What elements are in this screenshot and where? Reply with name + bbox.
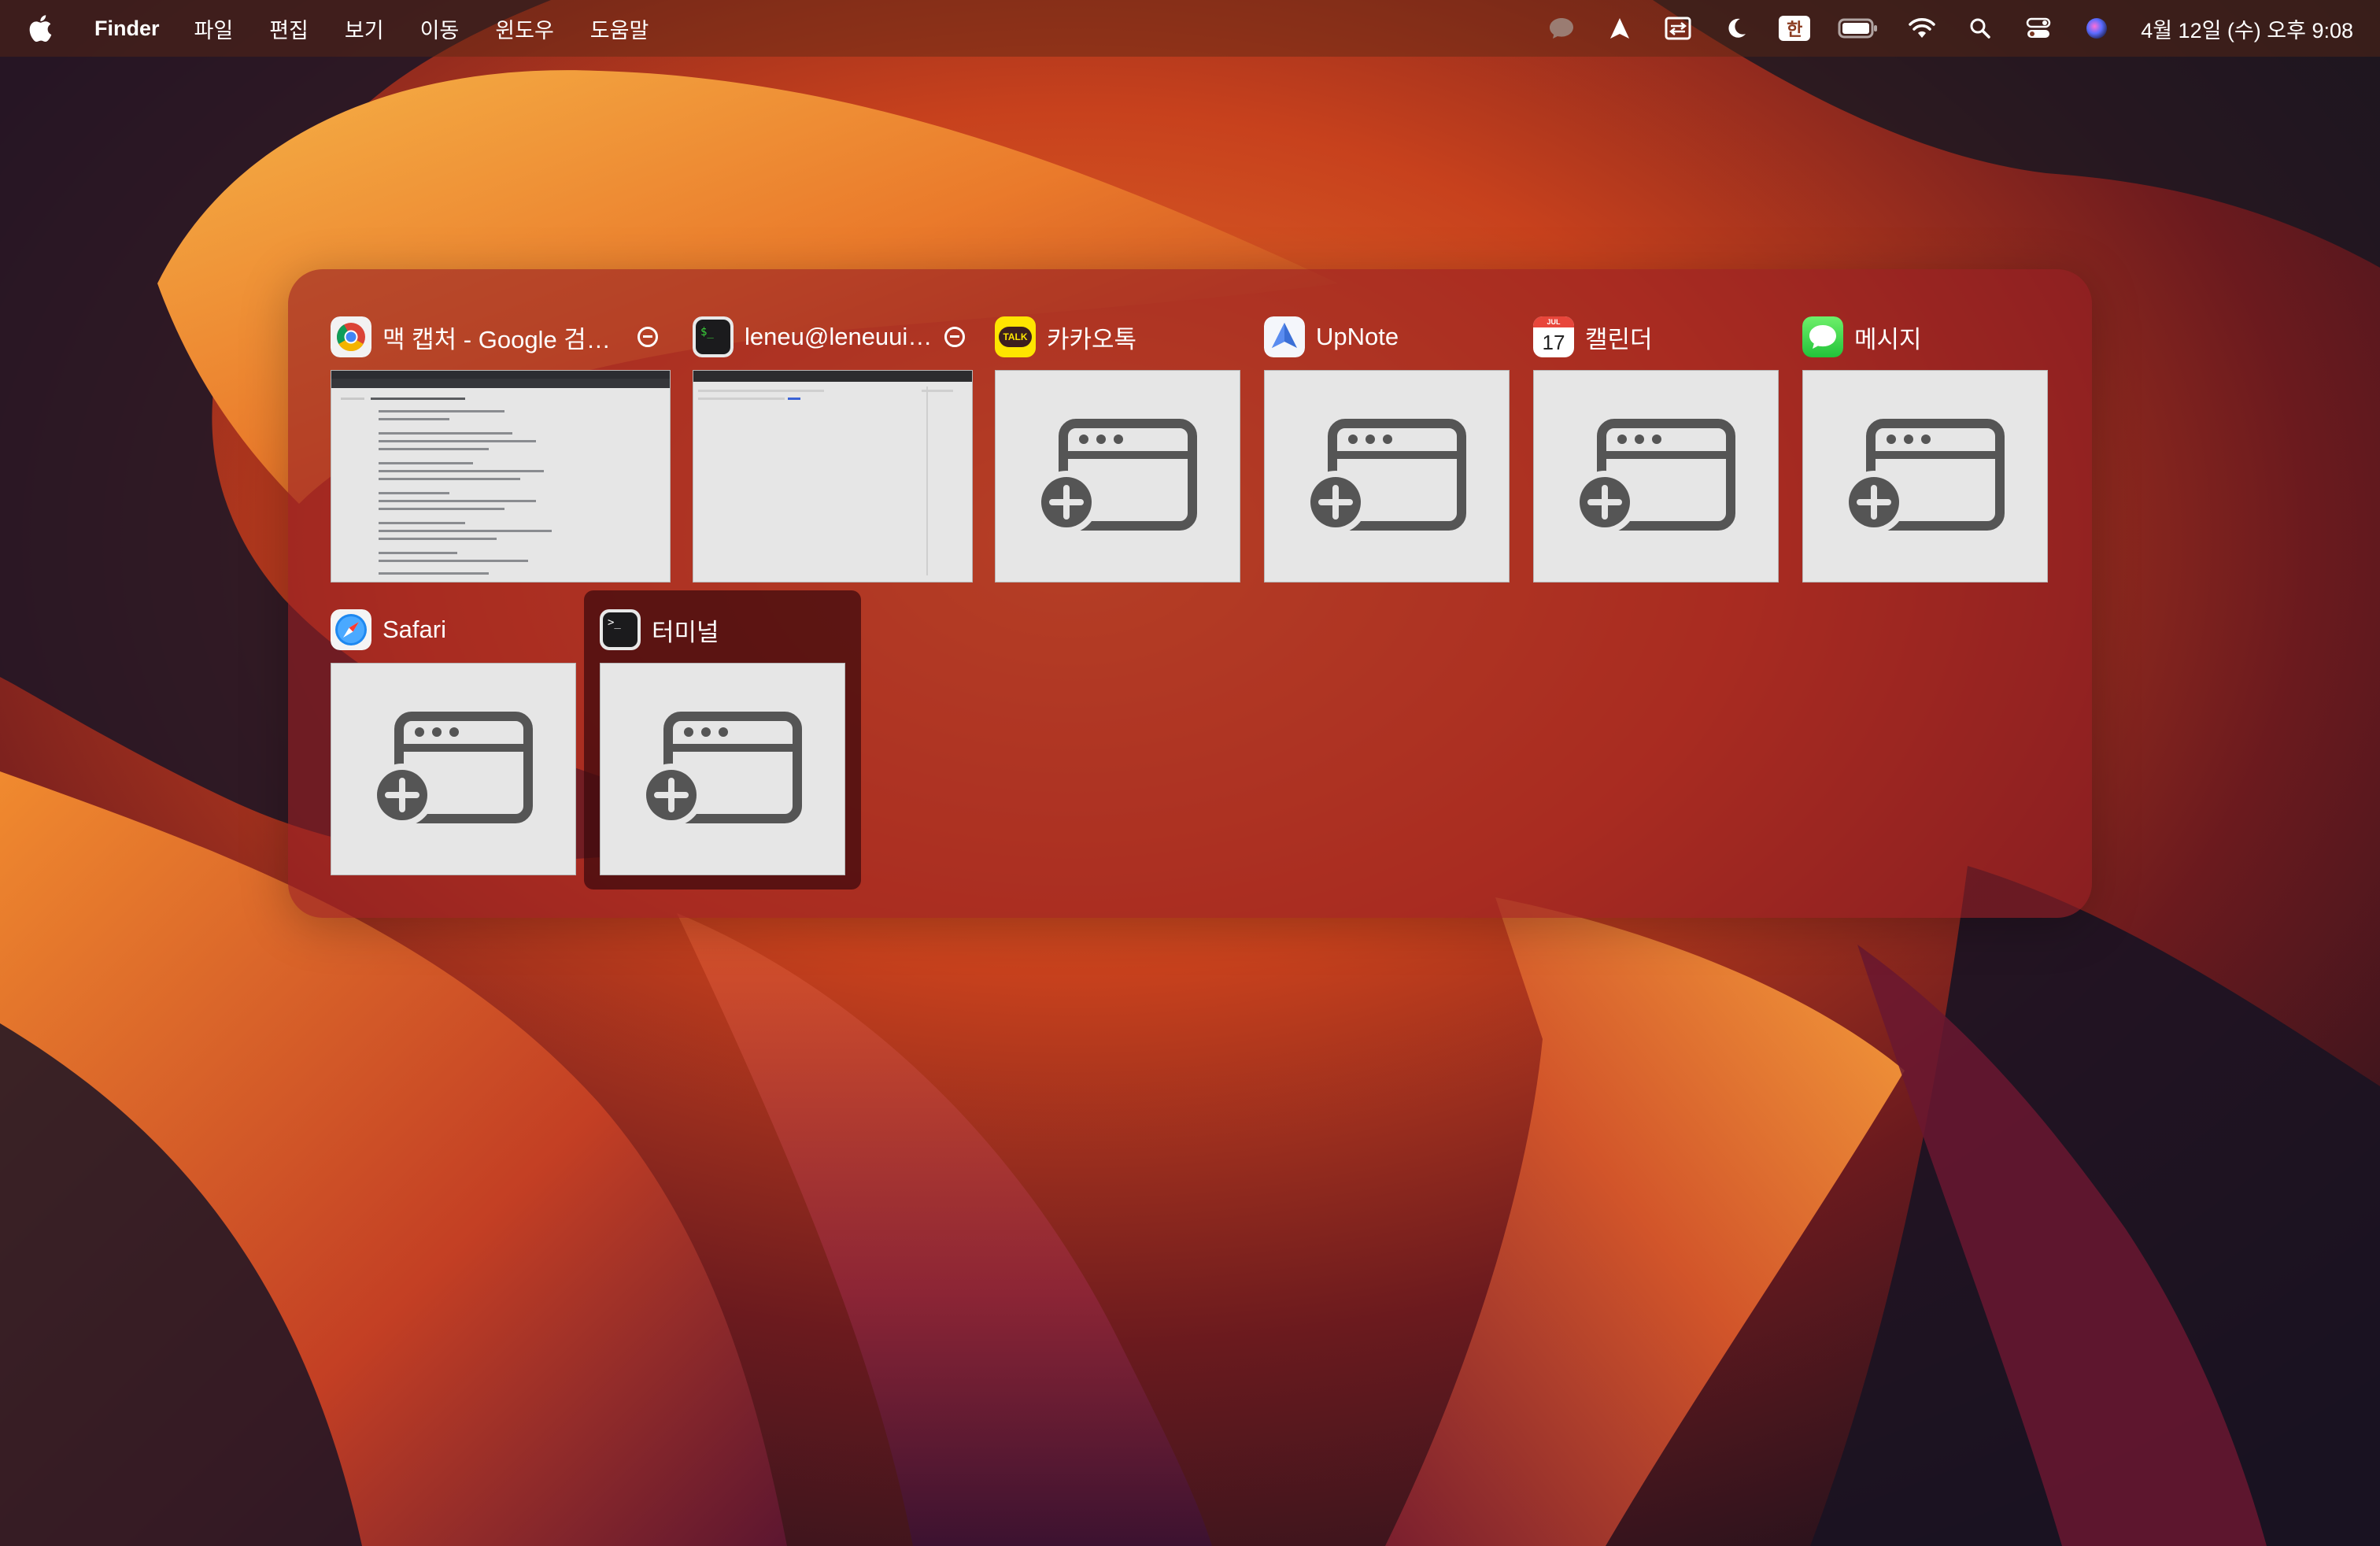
apple-menu-icon[interactable] bbox=[28, 13, 55, 44]
menu-view[interactable]: 보기 bbox=[345, 13, 384, 44]
close-window-icon[interactable] bbox=[944, 327, 965, 347]
wifi-icon[interactable] bbox=[1906, 13, 1938, 44]
calendar-icon-day: 17 bbox=[1542, 331, 1565, 354]
terminal-icon: $_ bbox=[693, 316, 734, 357]
new-window-placeholder bbox=[1802, 370, 2048, 583]
screen-mirroring-icon[interactable] bbox=[1662, 13, 1694, 44]
new-window-icon bbox=[1304, 419, 1466, 534]
menu-help[interactable]: 도움말 bbox=[590, 13, 649, 44]
tile-label: 터미널 bbox=[652, 618, 719, 646]
new-window-placeholder bbox=[331, 663, 576, 875]
switcher-tile-calendar[interactable]: JUL 17 캘린더 bbox=[1533, 313, 1779, 583]
menu-bar: Finder 파일 편집 보기 이동 윈도우 도움말 한 4월 12일 (수) … bbox=[0, 0, 2380, 57]
siri-icon[interactable] bbox=[2081, 13, 2112, 44]
new-window-icon bbox=[1573, 419, 1735, 534]
switcher-tile-upnote[interactable]: UpNote bbox=[1264, 313, 1510, 583]
calendar-icon-month: JUL bbox=[1533, 316, 1574, 327]
chrome-icon bbox=[331, 316, 371, 357]
tile-label: 카카오톡 bbox=[1047, 325, 1137, 353]
messages-icon bbox=[1802, 316, 1843, 357]
control-center-icon[interactable] bbox=[2023, 13, 2054, 44]
new-window-placeholder bbox=[1264, 370, 1510, 583]
upnote-icon bbox=[1264, 316, 1305, 357]
new-window-icon bbox=[371, 712, 533, 827]
tile-label: Safari bbox=[382, 616, 446, 643]
switcher-tile-terminal-window[interactable]: $_ leneu@leneuui-... bbox=[693, 313, 973, 583]
svg-text:$_: $_ bbox=[700, 326, 714, 338]
new-window-placeholder bbox=[995, 370, 1240, 583]
close-window-icon[interactable] bbox=[638, 327, 658, 347]
menu-app-name[interactable]: Finder bbox=[94, 17, 160, 41]
window-thumbnail bbox=[693, 370, 973, 583]
kakaotalk-icon-text: TALK bbox=[999, 327, 1032, 347]
calendar-icon: JUL 17 bbox=[1533, 316, 1574, 357]
switcher-tile-kakaotalk[interactable]: TALK 카카오톡 bbox=[995, 313, 1240, 583]
tile-label: UpNote bbox=[1316, 323, 1399, 350]
menu-go[interactable]: 이동 bbox=[420, 13, 460, 44]
location-arrow-icon[interactable] bbox=[1604, 13, 1635, 44]
focus-moon-icon[interactable] bbox=[1720, 13, 1752, 44]
new-window-icon bbox=[640, 712, 802, 827]
switcher-tile-safari[interactable]: Safari bbox=[331, 606, 576, 875]
input-method-icon[interactable]: 한 bbox=[1779, 13, 1811, 44]
window-thumbnail bbox=[331, 370, 671, 583]
safari-icon bbox=[331, 609, 371, 650]
new-window-placeholder bbox=[600, 663, 845, 875]
tile-label: 캘린더 bbox=[1585, 325, 1653, 353]
terminal-icon-prompt: >_ bbox=[603, 612, 638, 647]
new-window-placeholder bbox=[1533, 370, 1779, 583]
chat-bubble-icon[interactable] bbox=[1546, 13, 1577, 44]
input-method-label: 한 bbox=[1779, 16, 1811, 41]
menu-file[interactable]: 파일 bbox=[194, 13, 234, 44]
menu-edit[interactable]: 편집 bbox=[269, 13, 309, 44]
tile-label: 맥 캡처 - Google 검색... bbox=[382, 325, 626, 353]
spotlight-search-icon[interactable] bbox=[1964, 13, 1996, 44]
new-window-icon bbox=[1842, 419, 2005, 534]
kakaotalk-icon: TALK bbox=[995, 316, 1036, 357]
menu-window[interactable]: 윈도우 bbox=[495, 13, 554, 44]
menu-clock[interactable]: 4월 12일 (수) 오후 9:08 bbox=[2141, 13, 2353, 44]
battery-icon[interactable] bbox=[1837, 13, 1879, 44]
switcher-tile-terminal[interactable]: >_ 터미널 bbox=[600, 606, 845, 875]
new-window-icon bbox=[1035, 419, 1197, 534]
terminal-icon: >_ bbox=[600, 609, 641, 650]
switcher-tile-chrome[interactable]: 맥 캡처 - Google 검색... bbox=[331, 313, 671, 583]
switcher-tile-messages[interactable]: 메시지 bbox=[1802, 313, 2048, 583]
tile-label: 메시지 bbox=[1854, 325, 1922, 353]
tile-label: leneu@leneuui-... bbox=[745, 323, 933, 350]
